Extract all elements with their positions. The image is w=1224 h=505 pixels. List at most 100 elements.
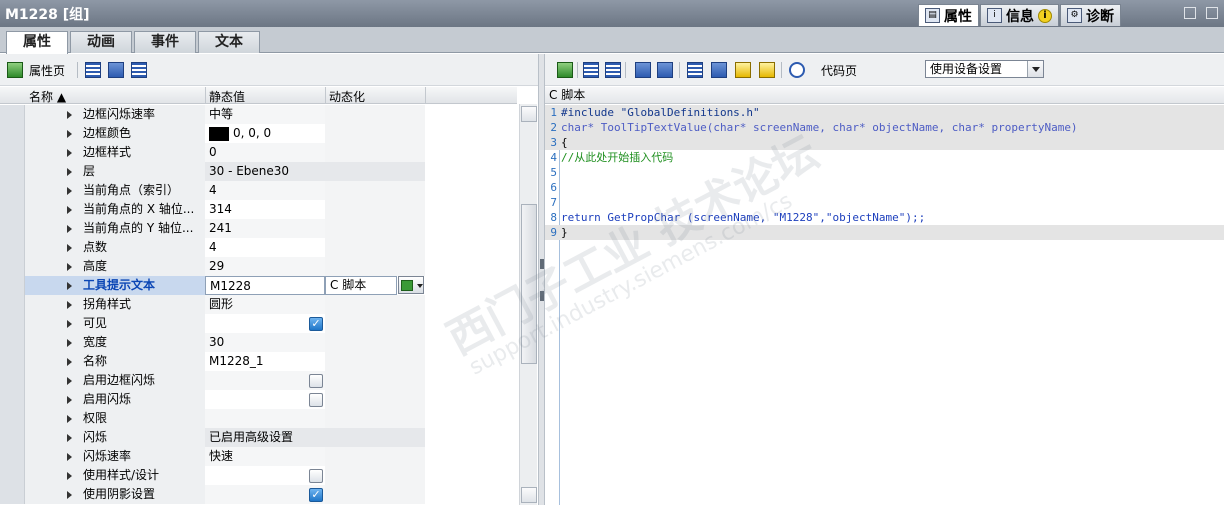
grid-row-current-corner-index[interactable]: 当前角点（索引） 4 xyxy=(0,181,517,200)
code-line[interactable]: 7 xyxy=(545,195,1224,210)
indent-icon[interactable] xyxy=(583,62,599,78)
value-current-corner-index[interactable]: 4 xyxy=(205,181,325,200)
uncomment-icon[interactable] xyxy=(657,62,673,78)
header-dynamic[interactable]: 动态化 xyxy=(329,88,365,104)
grid-row-border-style[interactable]: 边框样式 0 xyxy=(0,143,517,162)
expand-arrow-icon[interactable] xyxy=(67,320,72,328)
code-line[interactable]: 4 //从此处开始插入代码 xyxy=(545,150,1224,165)
value-flash-rate[interactable]: 快速 xyxy=(205,447,325,466)
value-border-flash-rate[interactable]: 中等 xyxy=(205,105,325,124)
value-layer[interactable]: 30 - Ebene30 xyxy=(205,162,325,181)
expand-arrow-icon[interactable] xyxy=(67,225,72,233)
code-line[interactable]: 2 char* ToolTipTextValue(char* screenNam… xyxy=(545,120,1224,135)
scroll-up-icon[interactable] xyxy=(521,106,537,122)
property-page-label[interactable]: 属性页 xyxy=(29,62,65,79)
expand-arrow-icon[interactable] xyxy=(67,472,72,480)
code-line[interactable]: 8 return GetPropChar (screenName, "M1228… xyxy=(545,210,1224,225)
list-view-icon[interactable] xyxy=(131,62,147,78)
group-view-icon[interactable] xyxy=(108,62,124,78)
code-line[interactable]: 3 { xyxy=(545,135,1224,150)
expand-arrow-icon[interactable] xyxy=(67,149,72,157)
expand-arrow-icon[interactable] xyxy=(67,244,72,252)
pane-splitter[interactable] xyxy=(538,54,545,505)
inspector-tab-diagnostics[interactable]: ⚙ 诊断 xyxy=(1060,4,1121,26)
property-page-icon[interactable] xyxy=(7,62,23,78)
grid-row-use-style[interactable]: 使用样式/设计 xyxy=(0,466,517,485)
value-name[interactable]: M1228_1 xyxy=(205,352,325,371)
value-border-style[interactable]: 0 xyxy=(205,143,325,162)
expand-arrow-icon[interactable] xyxy=(67,434,72,442)
inspector-tab-properties[interactable]: ▤ 属性 xyxy=(918,4,979,26)
expand-arrow-icon[interactable] xyxy=(67,168,72,176)
compile-icon[interactable] xyxy=(557,62,573,78)
expand-arrow-icon[interactable] xyxy=(67,358,72,366)
trigger-clock-icon[interactable] xyxy=(789,62,805,78)
grid-row-border-flash-rate[interactable]: 边框闪烁速率 中等 xyxy=(0,105,517,124)
code-line[interactable]: 1 #include "GlobalDefinitions.h" xyxy=(545,105,1224,120)
snippet-icon[interactable] xyxy=(759,62,775,78)
value-current-corner-y[interactable]: 241 xyxy=(205,219,325,238)
expand-arrow-icon[interactable] xyxy=(67,491,72,499)
value-tooltip-text[interactable]: M1228 xyxy=(205,276,325,295)
code-line[interactable]: 6 xyxy=(545,180,1224,195)
tab-animations[interactable]: 动画 xyxy=(70,31,132,53)
grid-row-width[interactable]: 宽度 30 xyxy=(0,333,517,352)
use-style-checkbox[interactable] xyxy=(309,469,323,483)
value-height[interactable]: 29 xyxy=(205,257,325,276)
grid-row-layer[interactable]: 层 30 - Ebene30 xyxy=(0,162,517,181)
enable-flash-checkbox[interactable] xyxy=(309,393,323,407)
header-static-value[interactable]: 静态值 xyxy=(209,88,245,104)
chevron-down-icon[interactable] xyxy=(1027,61,1043,77)
value-corner-style[interactable]: 圆形 xyxy=(205,295,325,314)
grid-row-height[interactable]: 高度 29 xyxy=(0,257,517,276)
grid-row-flashing[interactable]: 闪烁 已启用高级设置 xyxy=(0,428,517,447)
tab-texts[interactable]: 文本 xyxy=(198,31,260,53)
expand-arrow-icon[interactable] xyxy=(67,396,72,404)
tag-icon[interactable] xyxy=(687,62,703,78)
expand-arrow-icon[interactable] xyxy=(67,130,72,138)
expand-arrow-icon[interactable] xyxy=(67,377,72,385)
grid-row-visible[interactable]: 可见 ✓ xyxy=(0,314,517,333)
inspector-tab-info[interactable]: i 信息 i xyxy=(980,4,1059,26)
tab-properties[interactable]: 属性 xyxy=(6,31,68,54)
maximize-icon[interactable] xyxy=(1206,7,1218,19)
expand-arrow-icon[interactable] xyxy=(67,453,72,461)
expand-arrow-icon[interactable] xyxy=(67,339,72,347)
grid-row-enable-flash[interactable]: 启用闪烁 xyxy=(0,390,517,409)
tab-events[interactable]: 事件 xyxy=(134,31,196,53)
grid-row-current-corner-x[interactable]: 当前角点的 X 轴位... 314 xyxy=(0,200,517,219)
grid-row-name[interactable]: 名称 M1228_1 xyxy=(0,352,517,371)
grid-row-authorization[interactable]: 权限 xyxy=(0,409,517,428)
scroll-thumb[interactable] xyxy=(521,204,537,364)
dynamic-dropdown-button[interactable] xyxy=(398,276,424,294)
expand-arrow-icon[interactable] xyxy=(67,263,72,271)
grid-row-flash-rate[interactable]: 闪烁速率 快速 xyxy=(0,447,517,466)
expand-arrow-icon[interactable] xyxy=(67,415,72,423)
code-page-select[interactable]: 使用设备设置 xyxy=(925,60,1044,78)
grid-row-current-corner-y[interactable]: 当前角点的 Y 轴位... 241 xyxy=(0,219,517,238)
splitter-knob[interactable] xyxy=(540,259,544,269)
expand-arrow-icon[interactable] xyxy=(67,301,72,309)
expand-arrow-icon[interactable] xyxy=(67,187,72,195)
bookmark-icon[interactable] xyxy=(735,62,751,78)
grid-row-corner-style[interactable]: 拐角样式 圆形 xyxy=(0,295,517,314)
comment-icon[interactable] xyxy=(635,62,651,78)
visible-checkbox[interactable]: ✓ xyxy=(309,317,323,331)
expand-arrow-icon[interactable] xyxy=(67,206,72,214)
value-border-color[interactable]: 0, 0, 0 xyxy=(205,124,325,143)
expand-arrow-icon[interactable] xyxy=(67,111,72,119)
code-line[interactable]: 5 xyxy=(545,165,1224,180)
dynamic-type-field[interactable]: C 脚本 xyxy=(325,276,397,295)
function-icon[interactable] xyxy=(711,62,727,78)
splitter-knob[interactable] xyxy=(540,291,544,301)
code-line[interactable]: 9 } xyxy=(545,225,1224,240)
value-current-corner-x[interactable]: 314 xyxy=(205,200,325,219)
enable-border-flash-checkbox[interactable] xyxy=(309,374,323,388)
header-name[interactable]: 名称 ▲ xyxy=(29,88,66,104)
value-point-count[interactable]: 4 xyxy=(205,238,325,257)
restore-icon[interactable] xyxy=(1184,7,1196,19)
grid-row-enable-border-flash[interactable]: 启用边框闪烁 xyxy=(0,371,517,390)
grid-row-tooltip-text[interactable]: 工具提示文本 M1228 C 脚本 xyxy=(0,276,517,295)
grid-row-point-count[interactable]: 点数 4 xyxy=(0,238,517,257)
value-width[interactable]: 30 xyxy=(205,333,325,352)
